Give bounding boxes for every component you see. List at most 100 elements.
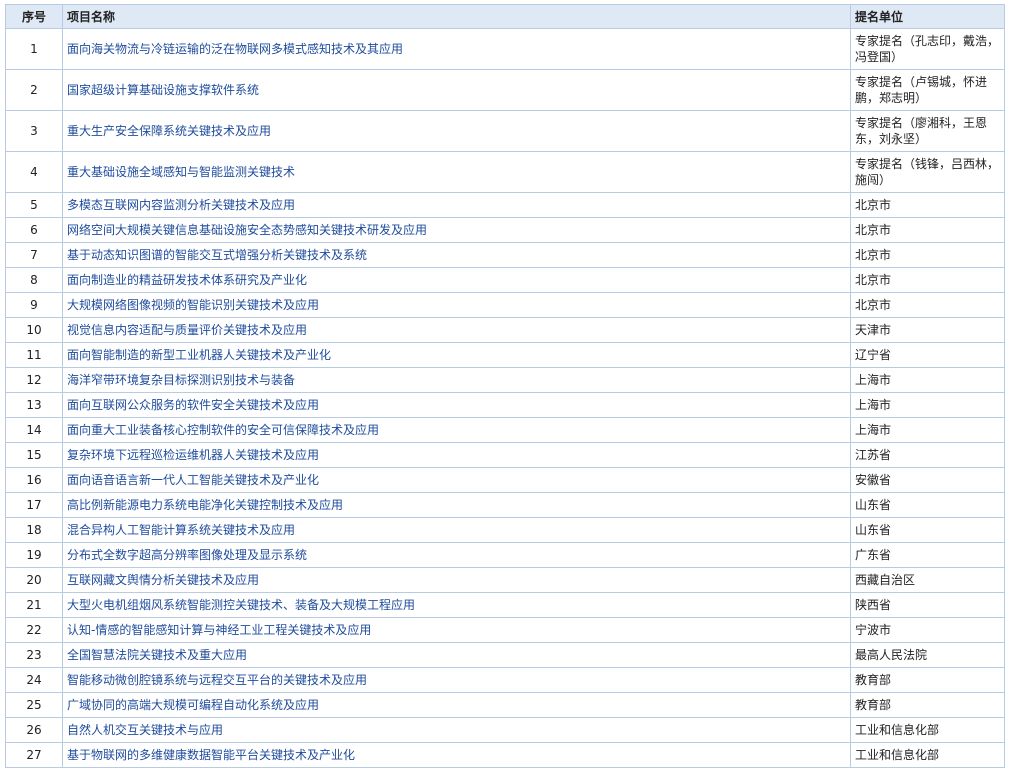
nominator-unit: 广东省 [851, 543, 1005, 567]
row-number: 15 [6, 443, 63, 467]
table-row: 5 多模态互联网内容监测分析关键技术及应用 北京市 [6, 193, 1005, 218]
row-number: 18 [6, 518, 63, 542]
row-number: 12 [6, 368, 63, 392]
project-name-cell: 大规模网络图像视频的智能识别关键技术及应用 [63, 293, 851, 317]
row-number: 16 [6, 468, 63, 492]
project-name-link[interactable]: 面向互联网公众服务的软件安全关键技术及应用 [67, 397, 319, 413]
project-name-link[interactable]: 基于动态知识图谱的智能交互式增强分析关键技术及系统 [67, 247, 367, 263]
nominator-unit: 北京市 [851, 293, 1005, 317]
table-row: 16 面向语音语言新一代人工智能关键技术及产业化 安徽省 [6, 468, 1005, 493]
nominator-unit: 北京市 [851, 268, 1005, 292]
row-number: 24 [6, 668, 63, 692]
project-name-link[interactable]: 视觉信息内容适配与质量评价关键技术及应用 [67, 322, 307, 338]
project-name-link[interactable]: 复杂环境下远程巡检运维机器人关键技术及应用 [67, 447, 319, 463]
row-number: 27 [6, 743, 63, 767]
nominator-unit: 教育部 [851, 693, 1005, 717]
row-number: 8 [6, 268, 63, 292]
nominator-unit: 专家提名（钱锋，吕西林，施闯） [851, 152, 1005, 192]
row-number: 3 [6, 111, 63, 151]
table-row: 1 面向海关物流与冷链运输的泛在物联网多模式感知技术及其应用 专家提名（孔志印，… [6, 29, 1005, 70]
project-name-link[interactable]: 认知-情感的智能感知计算与神经工业工程关键技术及应用 [67, 622, 371, 638]
row-number: 10 [6, 318, 63, 342]
row-number: 1 [6, 29, 63, 69]
project-name-cell: 全国智慧法院关键技术及重大应用 [63, 643, 851, 667]
row-number: 21 [6, 593, 63, 617]
row-number: 14 [6, 418, 63, 442]
project-name-link[interactable]: 全国智慧法院关键技术及重大应用 [67, 647, 247, 663]
nominator-unit: 北京市 [851, 243, 1005, 267]
table-row: 7 基于动态知识图谱的智能交互式增强分析关键技术及系统 北京市 [6, 243, 1005, 268]
project-name-link[interactable]: 国家超级计算基础设施支撑软件系统 [67, 82, 259, 98]
row-number: 11 [6, 343, 63, 367]
project-name-cell: 面向制造业的精益研发技术体系研究及产业化 [63, 268, 851, 292]
project-name-link[interactable]: 广域协同的高端大规模可编程自动化系统及应用 [67, 697, 319, 713]
project-name-link[interactable]: 分布式全数字超高分辨率图像处理及显示系统 [67, 547, 307, 563]
row-number: 9 [6, 293, 63, 317]
table-row: 4 重大基础设施全域感知与智能监测关键技术 专家提名（钱锋，吕西林，施闯） [6, 152, 1005, 193]
table-header-no: 序号 [6, 5, 63, 28]
table-row: 22 认知-情感的智能感知计算与神经工业工程关键技术及应用 宁波市 [6, 618, 1005, 643]
nominator-unit: 辽宁省 [851, 343, 1005, 367]
nominator-unit: 山东省 [851, 493, 1005, 517]
table-row: 24 智能移动微创腔镜系统与远程交互平台的关键技术及应用 教育部 [6, 668, 1005, 693]
project-name-link[interactable]: 面向海关物流与冷链运输的泛在物联网多模式感知技术及其应用 [67, 41, 403, 57]
project-name-link[interactable]: 海洋窄带环境复杂目标探测识别技术与装备 [67, 372, 295, 388]
table-row: 13 面向互联网公众服务的软件安全关键技术及应用 上海市 [6, 393, 1005, 418]
nominator-unit: 最高人民法院 [851, 643, 1005, 667]
project-name-link[interactable]: 自然人机交互关键技术与应用 [67, 722, 223, 738]
table-row: 17 高比例新能源电力系统电能净化关键控制技术及应用 山东省 [6, 493, 1005, 518]
project-name-cell: 面向海关物流与冷链运输的泛在物联网多模式感知技术及其应用 [63, 29, 851, 69]
table-row: 2 国家超级计算基础设施支撑软件系统 专家提名（卢锡城，怀进鹏，郑志明） [6, 70, 1005, 111]
row-number: 17 [6, 493, 63, 517]
project-name-link[interactable]: 大型火电机组烟风系统智能测控关键技术、装备及大规模工程应用 [67, 597, 415, 613]
nominator-unit: 工业和信息化部 [851, 743, 1005, 767]
project-name-link[interactable]: 互联网藏文舆情分析关键技术及应用 [67, 572, 259, 588]
project-name-link[interactable]: 多模态互联网内容监测分析关键技术及应用 [67, 197, 295, 213]
table-header-name: 项目名称 [63, 5, 851, 28]
project-name-link[interactable]: 重大生产安全保障系统关键技术及应用 [67, 123, 271, 139]
project-name-cell: 互联网藏文舆情分析关键技术及应用 [63, 568, 851, 592]
nominator-unit: 江苏省 [851, 443, 1005, 467]
project-name-cell: 分布式全数字超高分辨率图像处理及显示系统 [63, 543, 851, 567]
row-number: 26 [6, 718, 63, 742]
nominator-unit: 西藏自治区 [851, 568, 1005, 592]
project-name-link[interactable]: 网络空间大规模关键信息基础设施安全态势感知关键技术研发及应用 [67, 222, 427, 238]
project-name-link[interactable]: 面向制造业的精益研发技术体系研究及产业化 [67, 272, 307, 288]
row-number: 4 [6, 152, 63, 192]
table-row: 23 全国智慧法院关键技术及重大应用 最高人民法院 [6, 643, 1005, 668]
table-row: 8 面向制造业的精益研发技术体系研究及产业化 北京市 [6, 268, 1005, 293]
project-name-link[interactable]: 智能移动微创腔镜系统与远程交互平台的关键技术及应用 [67, 672, 367, 688]
row-number: 20 [6, 568, 63, 592]
project-name-cell: 认知-情感的智能感知计算与神经工业工程关键技术及应用 [63, 618, 851, 642]
project-name-cell: 国家超级计算基础设施支撑软件系统 [63, 70, 851, 110]
nominator-unit: 工业和信息化部 [851, 718, 1005, 742]
row-number: 5 [6, 193, 63, 217]
nominator-unit: 宁波市 [851, 618, 1005, 642]
project-name-link[interactable]: 大规模网络图像视频的智能识别关键技术及应用 [67, 297, 319, 313]
table-row: 10 视觉信息内容适配与质量评价关键技术及应用 天津市 [6, 318, 1005, 343]
project-name-cell: 重大生产安全保障系统关键技术及应用 [63, 111, 851, 151]
project-name-link[interactable]: 混合异构人工智能计算系统关键技术及应用 [67, 522, 295, 538]
table-header-nominator: 提名单位 [851, 5, 1005, 28]
project-name-link[interactable]: 面向重大工业装备核心控制软件的安全可信保障技术及应用 [67, 422, 379, 438]
project-name-link[interactable]: 面向智能制造的新型工业机器人关键技术及产业化 [67, 347, 331, 363]
project-name-cell: 自然人机交互关键技术与应用 [63, 718, 851, 742]
project-name-cell: 智能移动微创腔镜系统与远程交互平台的关键技术及应用 [63, 668, 851, 692]
project-name-cell: 广域协同的高端大规模可编程自动化系统及应用 [63, 693, 851, 717]
project-name-cell: 重大基础设施全域感知与智能监测关键技术 [63, 152, 851, 192]
project-name-link[interactable]: 高比例新能源电力系统电能净化关键控制技术及应用 [67, 497, 343, 513]
nominator-unit: 专家提名（卢锡城，怀进鹏，郑志明） [851, 70, 1005, 110]
nominator-unit: 陕西省 [851, 593, 1005, 617]
project-name-cell: 面向语音语言新一代人工智能关键技术及产业化 [63, 468, 851, 492]
project-name-cell: 视觉信息内容适配与质量评价关键技术及应用 [63, 318, 851, 342]
row-number: 25 [6, 693, 63, 717]
project-name-link[interactable]: 重大基础设施全域感知与智能监测关键技术 [67, 164, 295, 180]
table-row: 25 广域协同的高端大规模可编程自动化系统及应用 教育部 [6, 693, 1005, 718]
table-row: 3 重大生产安全保障系统关键技术及应用 专家提名（廖湘科，王恩东，刘永坚） [6, 111, 1005, 152]
row-number: 19 [6, 543, 63, 567]
row-number: 23 [6, 643, 63, 667]
project-name-link[interactable]: 基于物联网的多维健康数据智能平台关键技术及产业化 [67, 747, 355, 763]
nominator-unit: 上海市 [851, 368, 1005, 392]
project-name-link[interactable]: 面向语音语言新一代人工智能关键技术及产业化 [67, 472, 319, 488]
nominator-unit: 上海市 [851, 393, 1005, 417]
